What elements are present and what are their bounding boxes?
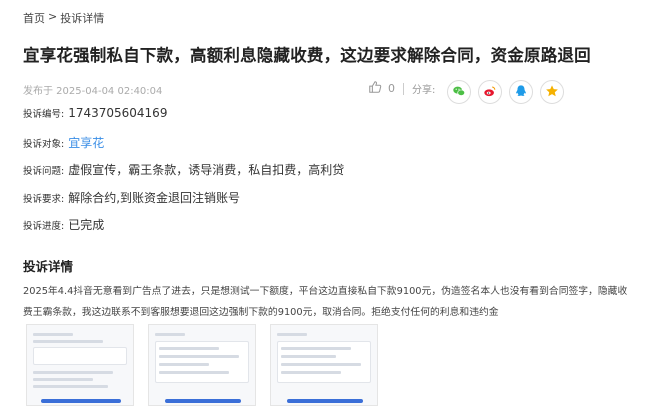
qq-icon (514, 83, 528, 102)
complaint-id-label: 投诉编号: (23, 109, 65, 120)
qzone-share-button[interactable] (540, 80, 564, 104)
complaint-issue-row: 投诉问题: 虚假宣传，霸王条款，诱导消费，私自扣费，高利贷 (23, 161, 344, 178)
complaint-progress-value: 已完成 (68, 218, 105, 232)
qzone-icon (545, 83, 559, 102)
share-icons (447, 80, 564, 104)
share-label: 分享: (412, 85, 436, 96)
complaint-progress-label: 投诉进度: (23, 220, 65, 232)
complaint-demand-value: 解除合约,到账资金退回注销账号 (68, 191, 241, 205)
weibo-icon (483, 83, 497, 102)
complaint-issue-value: 虚假宣传，霸王条款，诱导消费，私自扣费，高利贷 (68, 163, 345, 177)
complaint-description: 2025年4.4抖音无意看到广告点了进去，只是想测试一下额度，平台这边直接私自下… (23, 286, 628, 318)
weibo-share-button[interactable] (478, 80, 502, 104)
complaint-demand-row: 投诉要求: 解除合约,到账资金退回注销账号 (23, 189, 240, 206)
breadcrumb: 首页 > 投诉详情 (23, 10, 104, 26)
complaint-id-row: 投诉编号: 1743705604169 (23, 106, 167, 120)
breadcrumb-current: 投诉详情 (60, 12, 105, 25)
complaint-target-link[interactable]: 宜享花 (68, 134, 104, 151)
complaint-demand-label: 投诉要求: (23, 193, 65, 205)
thumbs-up-icon (368, 80, 382, 97)
attachment-thumbnail[interactable] (148, 324, 256, 406)
publish-date: 发布于 2025-04-04 02:40:04 (23, 86, 163, 97)
attachment-thumbnail[interactable] (270, 324, 378, 406)
like-count: 0 (388, 82, 395, 95)
attachment-thumbnails (26, 324, 378, 406)
attachment-thumbnail[interactable] (26, 324, 134, 406)
breadcrumb-home-link[interactable]: 首页 (23, 10, 45, 26)
divider (403, 82, 404, 95)
like-button[interactable]: 0 (368, 80, 395, 97)
page-title: 宜享花强制私自下款，高额利息隐藏收费，这边要求解除合同，资金原路退回 (23, 46, 591, 65)
breadcrumb-separator: > (48, 10, 58, 23)
complaint-progress-row: 投诉进度: 已完成 (23, 216, 104, 233)
section-title: 投诉详情 (23, 259, 74, 274)
complaint-issue-label: 投诉问题: (23, 165, 65, 177)
qq-share-button[interactable] (509, 80, 533, 104)
complaint-target-row: 投诉对象: 宜享花 (23, 134, 104, 151)
complaint-id-value: 1743705604169 (68, 106, 168, 120)
wechat-icon (452, 83, 466, 102)
complaint-target-label: 投诉对象: (23, 138, 65, 150)
wechat-share-button[interactable] (447, 80, 471, 104)
action-bar: 0 分享: (368, 80, 443, 97)
